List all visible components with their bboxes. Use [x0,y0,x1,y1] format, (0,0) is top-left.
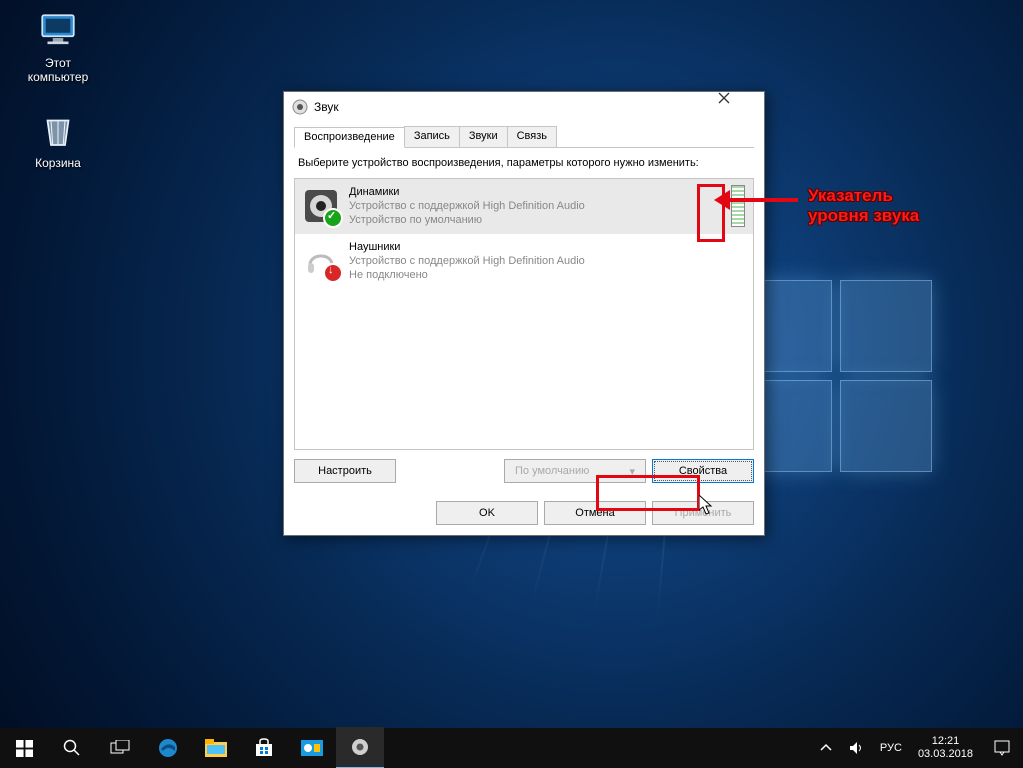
taskbar-store[interactable] [240,728,288,768]
sound-dialog: Звук Воспроизведение Запись Звуки Связь … [283,91,765,536]
configure-button[interactable]: Настроить [294,459,396,483]
search-button[interactable] [48,728,96,768]
default-check-icon [323,208,343,228]
system-tray: РУС 12:21 03.03.2018 [812,728,1023,768]
action-center-icon[interactable] [981,728,1023,768]
taskbar-edge[interactable] [144,728,192,768]
tab-playback[interactable]: Воспроизведение [294,127,405,148]
taskbar-app1[interactable] [288,728,336,768]
tray-language[interactable]: РУС [872,728,910,768]
taskbar-explorer[interactable] [192,728,240,768]
device-headphones[interactable]: Наушники Устройство с поддержкой High De… [295,234,753,289]
sound-icon [292,99,308,115]
ok-button[interactable]: OK [436,501,538,525]
highlight-properties-button [596,475,700,511]
dialog-title: Звук [314,100,718,114]
annotation-text: Указатель уровня звука [808,186,919,226]
tray-volume-icon[interactable] [840,728,872,768]
tab-communication[interactable]: Связь [507,126,557,147]
instruction-text: Выберите устройство воспроизведения, пар… [298,156,754,170]
tray-chevron-up-icon[interactable] [812,728,840,768]
device-name: Наушники [349,240,745,254]
taskbar: РУС 12:21 03.03.2018 [0,728,1023,768]
volume-meter [731,185,745,227]
desktop-wallpaper[interactable]: Этот компьютер Корзина Звук Воспроизведе… [0,0,1023,768]
titlebar[interactable]: Звук [284,92,764,122]
tray-clock[interactable]: 12:21 03.03.2018 [910,735,981,761]
this-pc-icon[interactable]: Этот компьютер [20,10,96,84]
taskbar-sound-settings[interactable] [336,727,384,768]
device-list[interactable]: Динамики Устройство с поддержкой High De… [294,178,754,450]
recycle-bin-label: Корзина [35,156,81,170]
tab-sounds[interactable]: Звуки [459,126,508,147]
task-view-button[interactable] [96,728,144,768]
this-pc-label: Этот компьютер [28,56,89,84]
recycle-bin-icon[interactable]: Корзина [20,110,96,170]
windows-logo-wallpaper [740,280,940,480]
headphones-icon [303,243,339,279]
close-button[interactable] [718,92,764,122]
speaker-icon [303,188,339,224]
disconnected-icon [323,263,343,283]
device-speakers[interactable]: Динамики Устройство с поддержкой High De… [295,179,753,234]
device-name: Динамики [349,185,725,199]
start-button[interactable] [0,728,48,768]
tab-strip: Воспроизведение Запись Звуки Связь [294,126,754,148]
tab-record[interactable]: Запись [404,126,460,147]
annotation-arrow [728,198,798,202]
